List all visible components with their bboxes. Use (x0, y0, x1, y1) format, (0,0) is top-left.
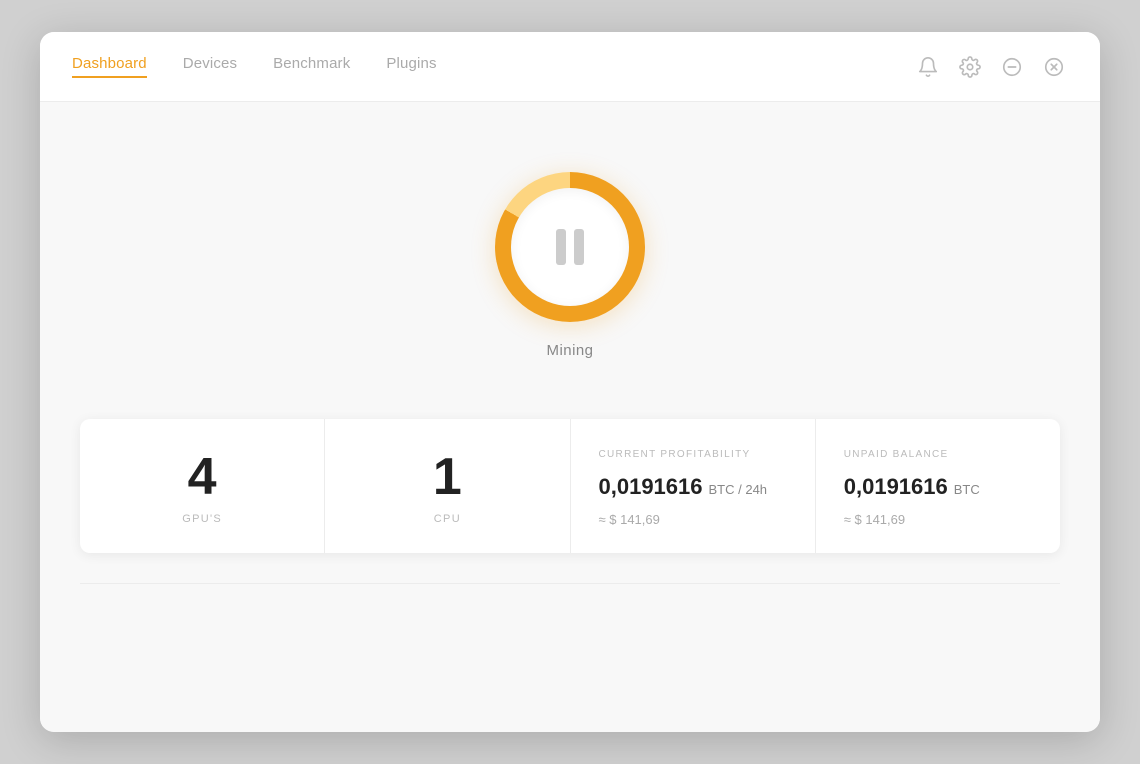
nav-tabs: Dashboard Devices Benchmark Plugins (72, 55, 914, 78)
settings-icon[interactable] (956, 53, 984, 81)
profitability-approx: ≈ $ 141,69 (599, 512, 660, 527)
notification-icon[interactable] (914, 53, 942, 81)
pause-bar-left (556, 229, 566, 265)
pause-bar-right (574, 229, 584, 265)
stat-card-cpu: 1 CPU (325, 419, 570, 553)
tab-devices[interactable]: Devices (183, 55, 237, 78)
cpu-value: 1 (433, 451, 462, 503)
top-bar: Dashboard Devices Benchmark Plugins (40, 32, 1100, 102)
tab-dashboard[interactable]: Dashboard (72, 55, 147, 78)
profitability-value: 0,0191616 (599, 474, 703, 500)
mining-section: Mining (495, 172, 645, 359)
minimize-icon[interactable] (998, 53, 1026, 81)
profitability-unit: BTC / 24h (709, 482, 768, 497)
pause-icon (556, 229, 584, 265)
bottom-strip (80, 583, 1060, 631)
close-icon[interactable] (1040, 53, 1068, 81)
stat-card-profitability: CURRENT PROFITABILITY 0,0191616 BTC / 24… (571, 419, 816, 553)
cpu-label: CPU (434, 513, 461, 525)
tab-benchmark[interactable]: Benchmark (273, 55, 350, 78)
stat-card-balance: UNPAID BALANCE 0,0191616 BTC ≈ $ 141,69 (816, 419, 1060, 553)
profitability-header: CURRENT PROFITABILITY (599, 449, 751, 460)
mining-label: Mining (547, 342, 594, 359)
balance-unit: BTC (954, 482, 980, 497)
mining-btn-inner (511, 188, 629, 306)
mining-toggle-button[interactable] (495, 172, 645, 322)
gpus-value: 4 (188, 451, 217, 503)
balance-value: 0,0191616 (844, 474, 948, 500)
gpus-label: GPU'S (182, 513, 222, 525)
app-window: Dashboard Devices Benchmark Plugins (40, 32, 1100, 732)
stats-row: 4 GPU'S 1 CPU CURRENT PROFITABILITY 0,01… (80, 419, 1060, 553)
window-controls (914, 53, 1068, 81)
tab-plugins[interactable]: Plugins (386, 55, 436, 78)
balance-approx: ≈ $ 141,69 (844, 512, 905, 527)
main-content: Mining 4 GPU'S 1 CPU CURRENT PROFITABILI… (40, 102, 1100, 732)
balance-header: UNPAID BALANCE (844, 449, 949, 460)
stat-card-gpus: 4 GPU'S (80, 419, 325, 553)
